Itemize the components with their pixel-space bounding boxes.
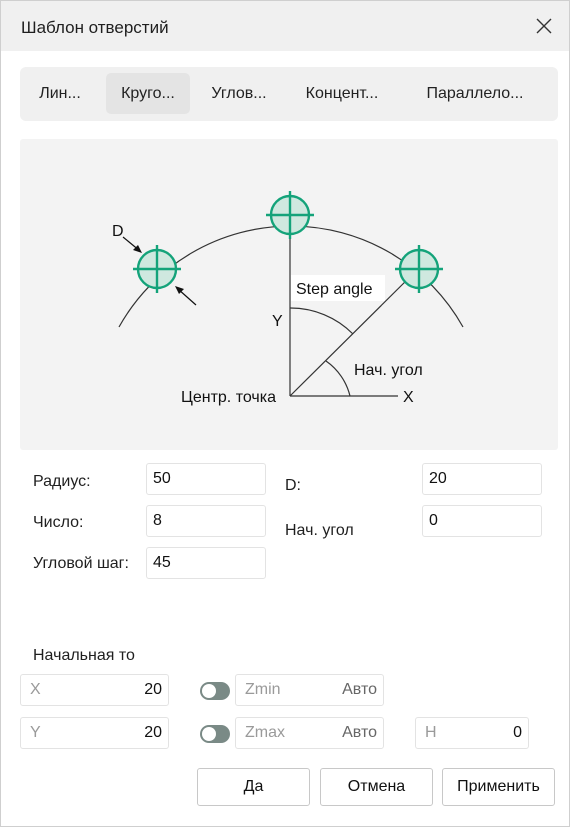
start-x-value: 20 (144, 681, 162, 698)
zmin-input[interactable]: Zmin Авто (235, 674, 384, 706)
zmin-toggle[interactable] (200, 682, 230, 700)
diagram-label-x: X (403, 389, 414, 406)
start-angle-input[interactable]: 0 (422, 505, 542, 537)
start-x-input[interactable]: X 20 (20, 674, 169, 706)
tab-parallelogram[interactable]: Параллело... (410, 73, 540, 114)
diagram-label-step-angle: Step angle (296, 281, 373, 298)
diagram-label-center: Центр. точка (181, 389, 276, 406)
start-angle-arc (325, 360, 351, 397)
tab-circular[interactable]: Круго... (106, 73, 190, 114)
count-input[interactable]: 8 (146, 505, 266, 537)
close-button[interactable] (529, 11, 559, 41)
diagram-label-d: D (112, 223, 124, 240)
start-y-placeholder: Y (30, 724, 41, 741)
zmax-value: Авто (342, 724, 377, 741)
ok-button[interactable]: Да (197, 768, 310, 806)
cancel-button[interactable]: Отмена (320, 768, 433, 806)
close-icon (529, 11, 559, 41)
dialog-title: Шаблон отверстий (21, 18, 169, 37)
step-angle-arc (289, 307, 354, 335)
tab-linear[interactable]: Лин... (26, 73, 94, 114)
zmax-toggle[interactable] (200, 725, 230, 743)
count-label: Число: (33, 514, 84, 531)
start-angle-label: Нач. угол (285, 522, 354, 539)
tab-concentric[interactable]: Концент... (292, 73, 392, 114)
radius-input[interactable]: 50 (146, 463, 266, 495)
start-point-label: Начальная то (33, 647, 135, 664)
diameter-input[interactable]: 20 (422, 463, 542, 495)
hole-top (266, 191, 314, 239)
zmax-input[interactable]: Zmax Авто (235, 717, 384, 749)
tab-angular[interactable]: Углов... (198, 73, 280, 114)
zmin-placeholder: Zmin (245, 681, 281, 698)
start-y-input[interactable]: Y 20 (20, 717, 169, 749)
diameter-label: D: (285, 477, 301, 494)
start-x-placeholder: X (30, 681, 41, 698)
hole-pattern-dialog: Шаблон отверстий Лин... Круго... Углов..… (0, 0, 570, 827)
start-y-value: 20 (144, 724, 162, 741)
circular-pattern-diagram: D Step angle Y Нач. угол Центр. точка X (20, 139, 558, 450)
hole-right (395, 245, 443, 293)
height-value: 0 (513, 724, 522, 741)
angle-step-input[interactable]: 45 (146, 547, 266, 579)
height-placeholder: H (425, 724, 437, 741)
pattern-type-tabs: Лин... Круго... Углов... Концент... Пара… (20, 67, 558, 121)
diagram-svg: D Step angle Y Нач. угол Центр. точка X (112, 191, 464, 406)
toggle-knob (202, 684, 216, 698)
toggle-knob (202, 727, 216, 741)
zmax-placeholder: Zmax (245, 724, 285, 741)
diagram-label-y: Y (272, 313, 283, 330)
angle-step-label: Угловой шаг: (33, 555, 129, 572)
apply-button[interactable]: Применить (442, 768, 555, 806)
title-bar: Шаблон отверстий (1, 1, 569, 51)
radius-label: Радиус: (33, 473, 91, 490)
zmin-value: Авто (342, 681, 377, 698)
height-input[interactable]: H 0 (415, 717, 529, 749)
diagram-label-start-angle: Нач. угол (354, 362, 423, 379)
